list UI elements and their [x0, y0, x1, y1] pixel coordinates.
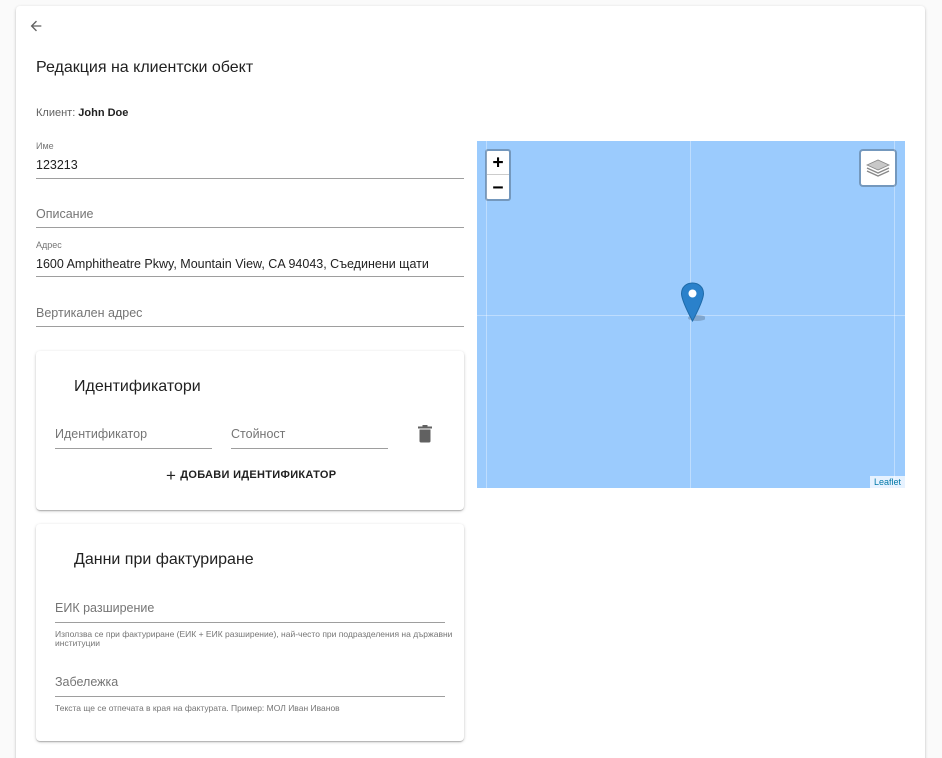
page-card: Редакция на клиентски обект Клиент: John …: [16, 6, 925, 758]
description-field[interactable]: Описание: [36, 206, 464, 228]
add-identifier-button[interactable]: + ДОБАВИ ИДЕНТИФИКАТОР: [166, 465, 336, 485]
address-field-label: Адрес: [36, 240, 62, 250]
identifier-value-placeholder: Стойност: [231, 427, 286, 441]
eik-extension-helper: Използва се при фактуриране (ЕИК + ЕИК р…: [55, 629, 453, 648]
name-field-value[interactable]: 123213: [36, 158, 78, 172]
layers-button[interactable]: [859, 149, 897, 187]
name-field-label: Име: [36, 141, 54, 151]
address-field-value[interactable]: 1600 Amphitheatre Pkwy, Mountain View, C…: [36, 257, 429, 271]
arrow-left-icon: [30, 20, 42, 32]
client-label: Клиент:: [36, 107, 76, 119]
identifier-value-input[interactable]: Стойност: [231, 427, 388, 449]
vertical-address-field[interactable]: Вертикален адрес: [36, 306, 464, 327]
name-field[interactable]: Име 123213: [36, 141, 464, 179]
note-input[interactable]: Забележка Текста ще се отпечата в края н…: [55, 675, 445, 713]
name-field-underline: [36, 178, 464, 179]
note-underline: [55, 696, 445, 697]
note-helper: Текста ще се отпечата в края на фактурат…: [55, 703, 340, 713]
add-identifier-label: ДОБАВИ ИДЕНТИФИКАТОР: [180, 469, 337, 481]
zoom-in-button[interactable]: +: [487, 151, 509, 175]
layers-icon: [866, 159, 890, 177]
client-info: Клиент: John Doe: [36, 107, 128, 119]
identifier-value-underline: [231, 448, 388, 449]
identifier-input[interactable]: Идентификатор: [55, 427, 212, 449]
description-placeholder: Описание: [36, 207, 94, 221]
map-pin-icon: [680, 282, 706, 323]
eik-extension-placeholder: ЕИК разширение: [55, 601, 155, 615]
vertical-address-placeholder: Вертикален адрес: [36, 306, 143, 320]
identifier-underline: [55, 448, 212, 449]
identifiers-section: Идентификатори Идентификатор Стойност + …: [36, 351, 464, 510]
page-title: Редакция на клиентски обект: [36, 59, 254, 76]
identifier-placeholder: Идентификатор: [55, 427, 148, 441]
zoom-out-button[interactable]: −: [487, 175, 509, 199]
note-placeholder: Забележка: [55, 675, 119, 689]
billing-title: Данни при фактуриране: [74, 551, 254, 568]
back-button[interactable]: [24, 14, 48, 38]
map[interactable]: + − Leaflet: [477, 141, 905, 488]
vertical-address-underline: [36, 326, 464, 327]
zoom-control: + −: [485, 149, 511, 201]
trash-can-icon: [418, 425, 432, 443]
plus-icon: +: [166, 465, 177, 485]
address-field-underline: [36, 276, 464, 277]
eik-extension-input[interactable]: ЕИК разширение Използва се при фактурира…: [55, 601, 452, 648]
eik-extension-underline: [55, 622, 445, 623]
map-attribution-link[interactable]: Leaflet: [869, 476, 905, 488]
address-field[interactable]: Адрес 1600 Amphitheatre Pkwy, Mountain V…: [36, 240, 464, 278]
identifiers-title: Идентификатори: [74, 378, 201, 395]
billing-section: Данни при фактуриране ЕИК разширение Изп…: [36, 524, 464, 741]
description-underline: [36, 227, 464, 228]
client-name: John Doe: [78, 107, 129, 119]
location-marker[interactable]: [680, 282, 706, 323]
delete-identifier-button[interactable]: [418, 425, 432, 443]
